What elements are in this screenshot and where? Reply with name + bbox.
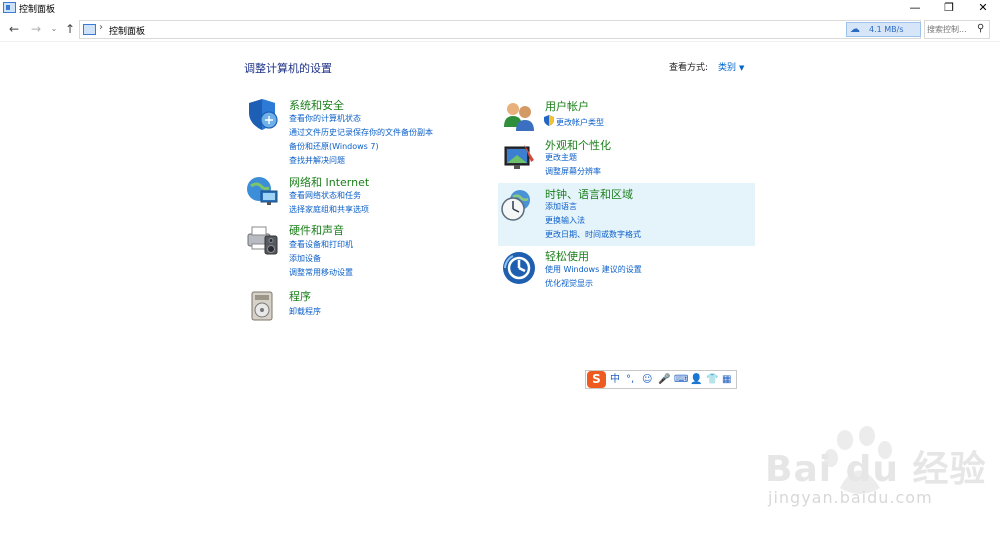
view-by-dropdown[interactable]: 类别 ▼ bbox=[718, 60, 744, 73]
category-title[interactable]: 时钟、语言和区域 bbox=[545, 186, 633, 202]
cloud-icon: ☁ bbox=[850, 24, 860, 35]
category-title[interactable]: 用户帐户 bbox=[545, 98, 589, 114]
address-bar[interactable]: › 控制面板 ☁ 4.1 MB/s bbox=[79, 20, 921, 39]
control-panel-icon bbox=[83, 24, 96, 35]
emoji-icon[interactable]: ☺ bbox=[642, 372, 652, 387]
printer-speaker-icon[interactable] bbox=[245, 222, 279, 256]
chevron-down-icon: ▼ bbox=[739, 64, 745, 72]
recent-locations-button[interactable]: ⌄ bbox=[46, 21, 62, 37]
microphone-icon[interactable]: 🎤 bbox=[658, 372, 670, 387]
programs-icon[interactable] bbox=[245, 288, 279, 322]
category-title[interactable]: 系统和安全 bbox=[289, 97, 344, 113]
category-link[interactable]: 更改帐户类型 bbox=[556, 117, 604, 128]
category-title[interactable]: 轻松使用 bbox=[545, 248, 589, 264]
category-link[interactable]: 更改日期、时间或数字格式 bbox=[545, 229, 641, 240]
ime-toolbar: S 中 °, ☺ 🎤 ⌨ 👤 👕 ▦ bbox=[585, 370, 737, 389]
category-title[interactable]: 网络和 Internet bbox=[289, 174, 369, 190]
category-link[interactable]: 选择家庭组和共享选项 bbox=[289, 204, 369, 215]
shield-icon[interactable] bbox=[245, 97, 279, 131]
breadcrumb-separator[interactable]: › bbox=[99, 22, 103, 33]
toolbox-icon[interactable]: ▦ bbox=[722, 372, 731, 387]
ease-of-access-icon[interactable] bbox=[502, 251, 536, 285]
category-link[interactable]: 添加设备 bbox=[289, 253, 321, 264]
back-button[interactable]: ← bbox=[6, 21, 22, 37]
view-by-label: 查看方式: bbox=[669, 63, 709, 73]
category-link[interactable]: 通过文件历史记录保存你的文件备份副本 bbox=[289, 127, 433, 138]
up-button[interactable]: ↑ bbox=[62, 21, 78, 37]
category-link[interactable]: 更换输入法 bbox=[545, 215, 585, 226]
category-link[interactable]: 使用 Windows 建议的设置 bbox=[545, 264, 642, 275]
keyboard-icon[interactable]: ⌨ bbox=[674, 372, 688, 387]
search-box[interactable]: ⚲ bbox=[924, 20, 990, 39]
category-title[interactable]: 外观和个性化 bbox=[545, 137, 611, 153]
uac-shield-icon bbox=[544, 115, 554, 126]
title-bar: 控制面板 — ❐ ✕ bbox=[0, 0, 1000, 18]
search-input[interactable] bbox=[927, 23, 975, 36]
breadcrumb[interactable]: 控制面板 bbox=[109, 24, 145, 37]
skin-icon[interactable]: 👕 bbox=[706, 372, 718, 387]
category-title[interactable]: 硬件和声音 bbox=[289, 222, 344, 238]
maximize-button[interactable]: ❐ bbox=[932, 0, 966, 18]
navigation-bar: ← → ⌄ ↑ › 控制面板 ☁ 4.1 MB/s ⚲ bbox=[0, 18, 1000, 42]
forward-button[interactable]: → bbox=[28, 21, 44, 37]
user-icon[interactable]: 👤 bbox=[690, 372, 702, 387]
category-link[interactable]: 查看你的计算机状态 bbox=[289, 113, 361, 124]
ime-chinese-mode[interactable]: 中 bbox=[610, 372, 620, 387]
category-link[interactable]: 添加语言 bbox=[545, 201, 577, 212]
category-link[interactable]: 优化视觉显示 bbox=[545, 278, 593, 289]
close-button[interactable]: ✕ bbox=[966, 0, 1000, 18]
watermark-url: jingyan.baidu.com bbox=[768, 488, 933, 507]
category-link[interactable]: 调整常用移动设置 bbox=[289, 267, 353, 278]
clock-globe-icon[interactable] bbox=[500, 188, 534, 222]
network-globe-icon[interactable] bbox=[245, 174, 279, 208]
category-link[interactable]: 查看设备和打印机 bbox=[289, 239, 353, 250]
sogou-logo-icon[interactable]: S bbox=[587, 371, 606, 388]
ime-punctuation[interactable]: °, bbox=[626, 372, 634, 387]
page-title: 调整计算机的设置 bbox=[244, 62, 332, 75]
category-link[interactable]: 查找并解决问题 bbox=[289, 155, 345, 166]
category-link[interactable]: 更改主题 bbox=[545, 152, 577, 163]
category-link[interactable]: 备份和还原(Windows 7) bbox=[289, 141, 379, 152]
users-icon[interactable] bbox=[502, 99, 536, 133]
category-link[interactable]: 调整屏幕分辨率 bbox=[545, 166, 601, 177]
category-link[interactable]: 查看网络状态和任务 bbox=[289, 190, 361, 201]
window-title: 控制面板 bbox=[19, 5, 56, 15]
network-speed-text: 4.1 MB/s bbox=[869, 25, 904, 34]
minimize-button[interactable]: — bbox=[898, 0, 932, 18]
view-by-value: 类别 bbox=[718, 63, 737, 73]
category-link[interactable]: 卸载程序 bbox=[289, 306, 321, 317]
network-speed-widget[interactable]: ☁ 4.1 MB/s bbox=[846, 22, 921, 37]
control-panel-icon bbox=[3, 2, 16, 13]
display-brush-icon[interactable] bbox=[502, 140, 536, 174]
search-icon[interactable]: ⚲ bbox=[977, 23, 984, 34]
category-title[interactable]: 程序 bbox=[289, 288, 311, 304]
watermark-brand: Bai du 经验 bbox=[765, 449, 987, 490]
